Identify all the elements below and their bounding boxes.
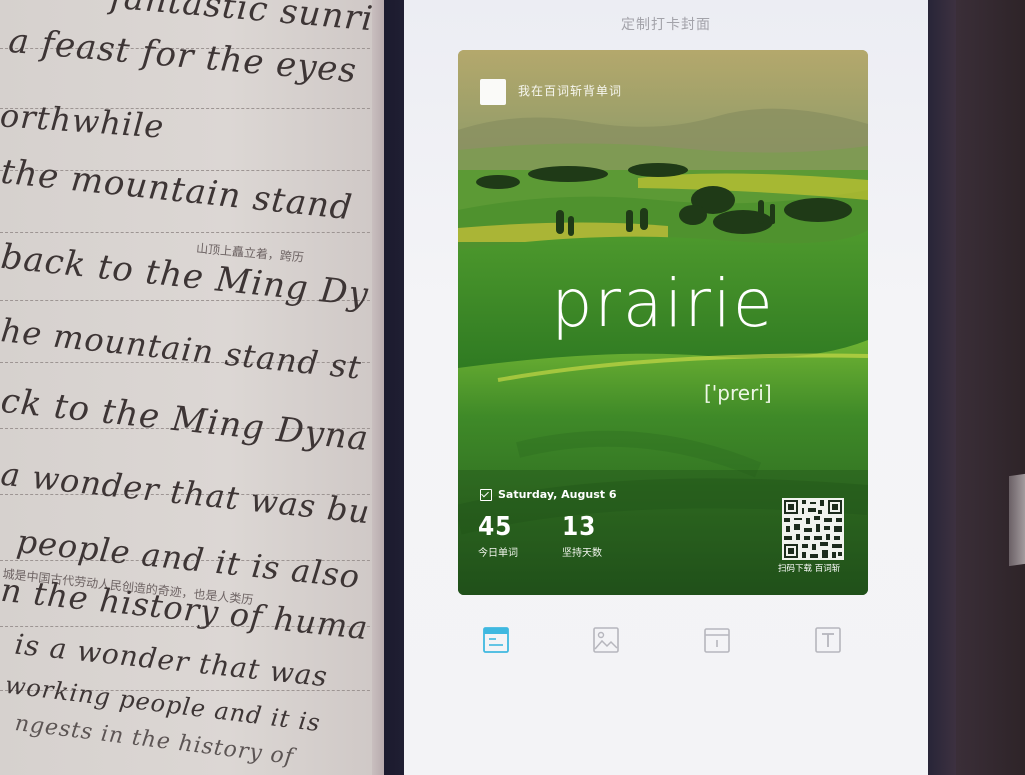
phonetic: ['preri] <box>704 381 772 405</box>
tab-calendar[interactable] <box>682 626 752 686</box>
streak-days-stat: 13 坚持天数 <box>562 512 602 559</box>
qr-code <box>782 498 844 560</box>
notebook-edge <box>372 0 384 775</box>
tab-label <box>793 672 863 686</box>
tab-text[interactable] <box>793 626 863 686</box>
handwritten-line: he mountain stand st <box>0 311 364 387</box>
tab-template[interactable] <box>461 626 531 686</box>
tab-label <box>682 672 752 686</box>
tab-label <box>571 672 641 686</box>
brand-caption: 我在百词斩背单词 <box>518 84 623 98</box>
handwriting-notebook: fantastic sunri a feast for the eyes ort… <box>0 0 380 775</box>
stat-value: 13 <box>562 512 597 542</box>
stat-value: 45 <box>478 512 513 542</box>
stat-label: 坚持天数 <box>562 548 602 559</box>
desk-background <box>956 0 1025 775</box>
image-icon <box>592 626 620 654</box>
app-logo <box>480 79 506 105</box>
text-icon <box>814 626 842 654</box>
stat-label: 今日单词 <box>478 548 518 559</box>
calendar-icon <box>703 626 731 654</box>
page-title: 定制打卡封面 <box>621 17 711 33</box>
date-row: Saturday, August 6 <box>480 488 616 501</box>
qr-code-icon <box>782 498 844 560</box>
template-icon <box>482 626 510 654</box>
handwritten-line: ck to the Ming Dyna <box>0 380 371 460</box>
date-text: Saturday, August 6 <box>498 488 617 501</box>
cover-card: 我在百词斩背单词 prairie ['preri] Saturday, Augu… <box>458 50 868 595</box>
handwritten-line: orthwhile <box>0 96 166 146</box>
vocabulary-word: prairie <box>551 265 775 342</box>
handwritten-line: the mountain stand <box>0 151 355 229</box>
check-icon <box>480 488 492 501</box>
words-today-stat: 45 今日单词 <box>478 512 518 559</box>
handwritten-line: a wonder that was bu <box>0 454 373 532</box>
tab-label <box>461 672 531 686</box>
handwritten-line: back to the Ming Dy <box>0 236 371 316</box>
qr-caption: 扫码下载 百词斩 <box>778 564 841 574</box>
tab-image[interactable] <box>571 626 641 686</box>
